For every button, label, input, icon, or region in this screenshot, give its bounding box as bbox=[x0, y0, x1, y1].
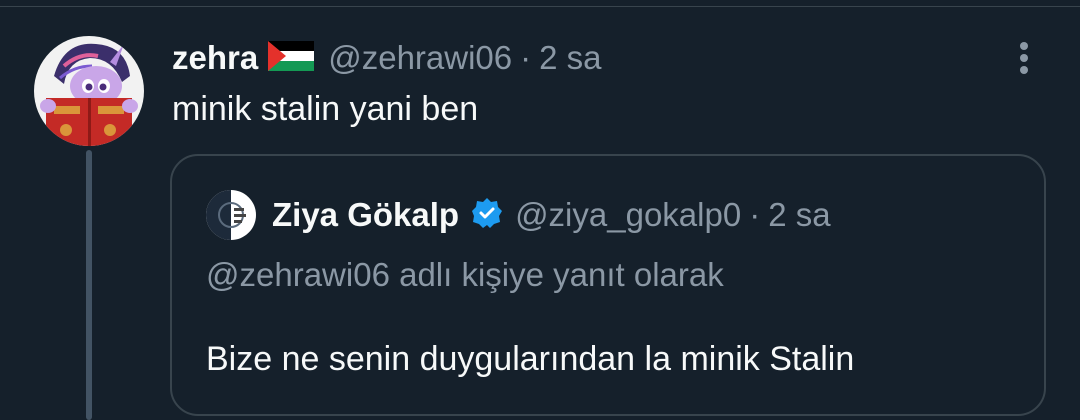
quoted-tweet-timestamp[interactable]: 2 sa bbox=[768, 196, 830, 234]
more-vertical-icon bbox=[1020, 42, 1028, 74]
display-name[interactable]: zehra bbox=[172, 39, 258, 77]
tweet-text: minik stalin yani ben bbox=[172, 90, 479, 128]
verified-badge-icon bbox=[471, 197, 503, 234]
top-divider bbox=[0, 6, 1080, 7]
tweet-header: zehra @zehrawi06 · 2 sa bbox=[172, 36, 602, 80]
user-avatar[interactable] bbox=[34, 36, 144, 146]
thread-connector-line bbox=[86, 150, 92, 420]
quoted-tweet-header: Ziya Gökalp @ziya_gokalp0 · 2 sa bbox=[272, 192, 831, 238]
reply-context[interactable]: @zehrawi06 adlı kişiye yanıt olarak bbox=[206, 256, 724, 294]
quoted-user-handle[interactable]: @ziya_gokalp0 bbox=[515, 196, 741, 234]
quoted-tweet-text: Bize ne senin duygularından la minik Sta… bbox=[206, 340, 855, 378]
quoted-display-name[interactable]: Ziya Gökalp bbox=[272, 196, 459, 234]
palestine-flag-icon bbox=[268, 40, 315, 76]
quoted-separator-dot: · bbox=[749, 196, 761, 233]
more-options-button[interactable] bbox=[1006, 38, 1042, 78]
tweet-timestamp[interactable]: 2 sa bbox=[539, 39, 601, 77]
quoted-tweet-card[interactable]: Ziya Gökalp @ziya_gokalp0 · 2 sa @zehraw… bbox=[170, 154, 1046, 416]
separator-dot: · bbox=[520, 39, 532, 76]
quoted-user-avatar[interactable] bbox=[206, 190, 256, 240]
user-handle[interactable]: @zehrawi06 bbox=[328, 39, 512, 77]
